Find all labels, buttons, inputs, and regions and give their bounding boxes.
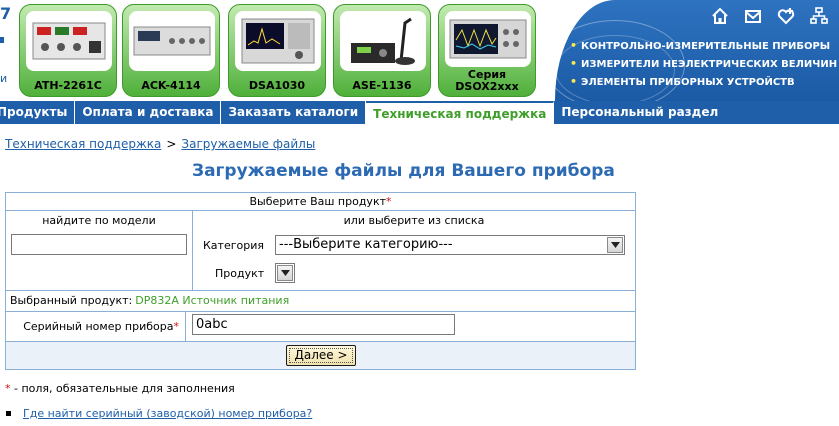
serial-number-row: Серийный номер прибора* 0abc [6,312,635,342]
product-select[interactable] [275,263,295,283]
product-card-dsox2xxx[interactable]: Серия DSOX2xxx [438,4,536,97]
product-label-line2: DSOX2xxx [455,80,519,93]
required-fields-text: - поля, обязательные для заполнения [10,382,235,395]
product-select-form: Выберите Ваш продукт* найдите по модели … [5,192,636,370]
product-label: Серия DSOX2xxx [439,69,535,93]
product-label: DSA1030 [248,79,306,92]
breadcrumb-link-tech-support[interactable]: Техническая поддержка [5,137,161,151]
breadcrumb-link-downloads[interactable]: Загружаемые файлы [181,137,315,151]
heart-plus-icon[interactable] [776,6,796,26]
bullet-item[interactable]: • ЭЛЕМЕНТЫ ПРИБОРНЫХ УСТРОЙСТВ [570,73,837,91]
serial-number-label-text: Серийный номер прибора [23,320,174,333]
bullet-label: КОНТРОЛЬНО-ИЗМЕРИТЕЛЬНЫЕ ПРИБОРЫ [581,41,831,52]
chevron-down-icon[interactable] [607,237,623,253]
serial-number-input[interactable]: 0abc [192,314,455,335]
product-card-ack-4114[interactable]: ACK-4114 [122,4,220,97]
model-search-input[interactable] [11,234,187,255]
product-label: ASE-1136 [352,79,412,92]
product-label: ACK-4114 [141,79,201,92]
choose-from-list-section: или выберите из списка Категория ---Выбе… [193,211,635,290]
square-bullet-icon [6,411,11,416]
submit-row: Далее > [6,342,635,369]
product-image [340,11,426,71]
logo-digit: 7 [0,4,12,23]
nav-item-products[interactable]: Продукты [0,101,76,124]
serial-help-link[interactable]: Где найти серийный (заводской) номер при… [23,407,312,420]
next-button[interactable]: Далее > [286,345,356,366]
nav-item-order-catalogs[interactable]: Заказать каталоги [221,101,367,124]
chevron-down-icon[interactable] [277,265,293,281]
required-mark: * [386,195,392,208]
bullet-dot: • [570,57,578,70]
form-header: Выберите Ваш продукт* [6,193,635,211]
bullet-label: ЭЛЕМЕНТЫ ПРИБОРНЫХ УСТРОЙСТВ [581,77,795,88]
top-icon-bar [710,6,829,26]
choose-from-list-caption: или выберите из списка [343,214,485,227]
home-icon[interactable] [710,6,730,26]
serial-number-label: Серийный номер прибора* [6,312,186,341]
find-by-model-caption: найдите по модели [42,214,156,227]
site-header: 7 и ATH-2261C ACK-4114 DSA1030 ASE-1136 … [0,0,839,101]
nav-item-personal[interactable]: Персональный раздел [554,101,725,124]
product-label: ATH-2261C [34,79,102,92]
product-label: Продукт [215,267,265,280]
product-image [26,11,112,71]
nav-item-tech-support[interactable]: Техническая поддержка [366,101,555,124]
product-image [445,11,531,67]
selected-product-value: DP832A Источник питания [135,294,290,307]
page-title: Загружаемые файлы для Вашего прибора [192,161,615,181]
bullet-item[interactable]: • ИЗМЕРИТЕЛИ НЕЭЛЕКТРИЧЕСКИХ ВЕЛИЧИН [570,55,837,73]
breadcrumb-separator: > [166,137,177,151]
serial-help-item: Где найти серийный (заводской) номер при… [6,407,312,420]
mail-icon[interactable] [743,6,763,26]
bullet-dot: • [570,39,578,52]
logo-bar [0,37,4,43]
product-card-ath-2261c[interactable]: ATH-2261C [19,4,117,97]
product-card-ase-1136[interactable]: ASE-1136 [333,4,431,97]
main-nav: Продукты Оплата и доставка Заказать ката… [0,101,839,124]
logo-char: и [0,72,8,85]
bullet-label: ИЗМЕРИТЕЛИ НЕЭЛЕКТРИЧЕСКИХ ВЕЛИЧИН [581,59,838,70]
selected-product-label: Выбранный продукт: [10,294,133,307]
sitemap-icon[interactable] [809,6,829,26]
product-image [235,11,321,71]
selected-product-row: Выбранный продукт: DP832A Источник питани… [6,290,635,312]
bullet-item[interactable]: • КОНТРОЛЬНО-ИЗМЕРИТЕЛЬНЫЕ ПРИБОРЫ [570,37,837,55]
category-bullets: • КОНТРОЛЬНО-ИЗМЕРИТЕЛЬНЫЕ ПРИБОРЫ • ИЗМЕР… [570,37,837,91]
required-fields-note: * - поля, обязательные для заполнения [5,382,235,395]
form-header-label: Выберите Ваш продукт [249,195,386,208]
find-by-model-section: найдите по модели [6,211,193,290]
category-select[interactable]: ---Выберите категорию--- [275,235,625,255]
category-selected-value: ---Выберите категорию--- [279,237,453,252]
bullet-dot: • [570,75,578,88]
category-label: Категория [203,239,264,252]
breadcrumb: Техническая поддержка > Загружаемые файлы [5,137,315,151]
product-card-dsa1030[interactable]: DSA1030 [228,4,326,97]
site-logo[interactable]: 7 и [0,0,20,101]
header-banner: • КОНТРОЛЬНО-ИЗМЕРИТЕЛЬНЫЕ ПРИБОРЫ • ИЗМЕР… [555,0,839,101]
required-mark: * [173,320,180,333]
product-image [129,11,215,71]
nav-item-payment-delivery[interactable]: Оплата и доставка [75,101,222,124]
